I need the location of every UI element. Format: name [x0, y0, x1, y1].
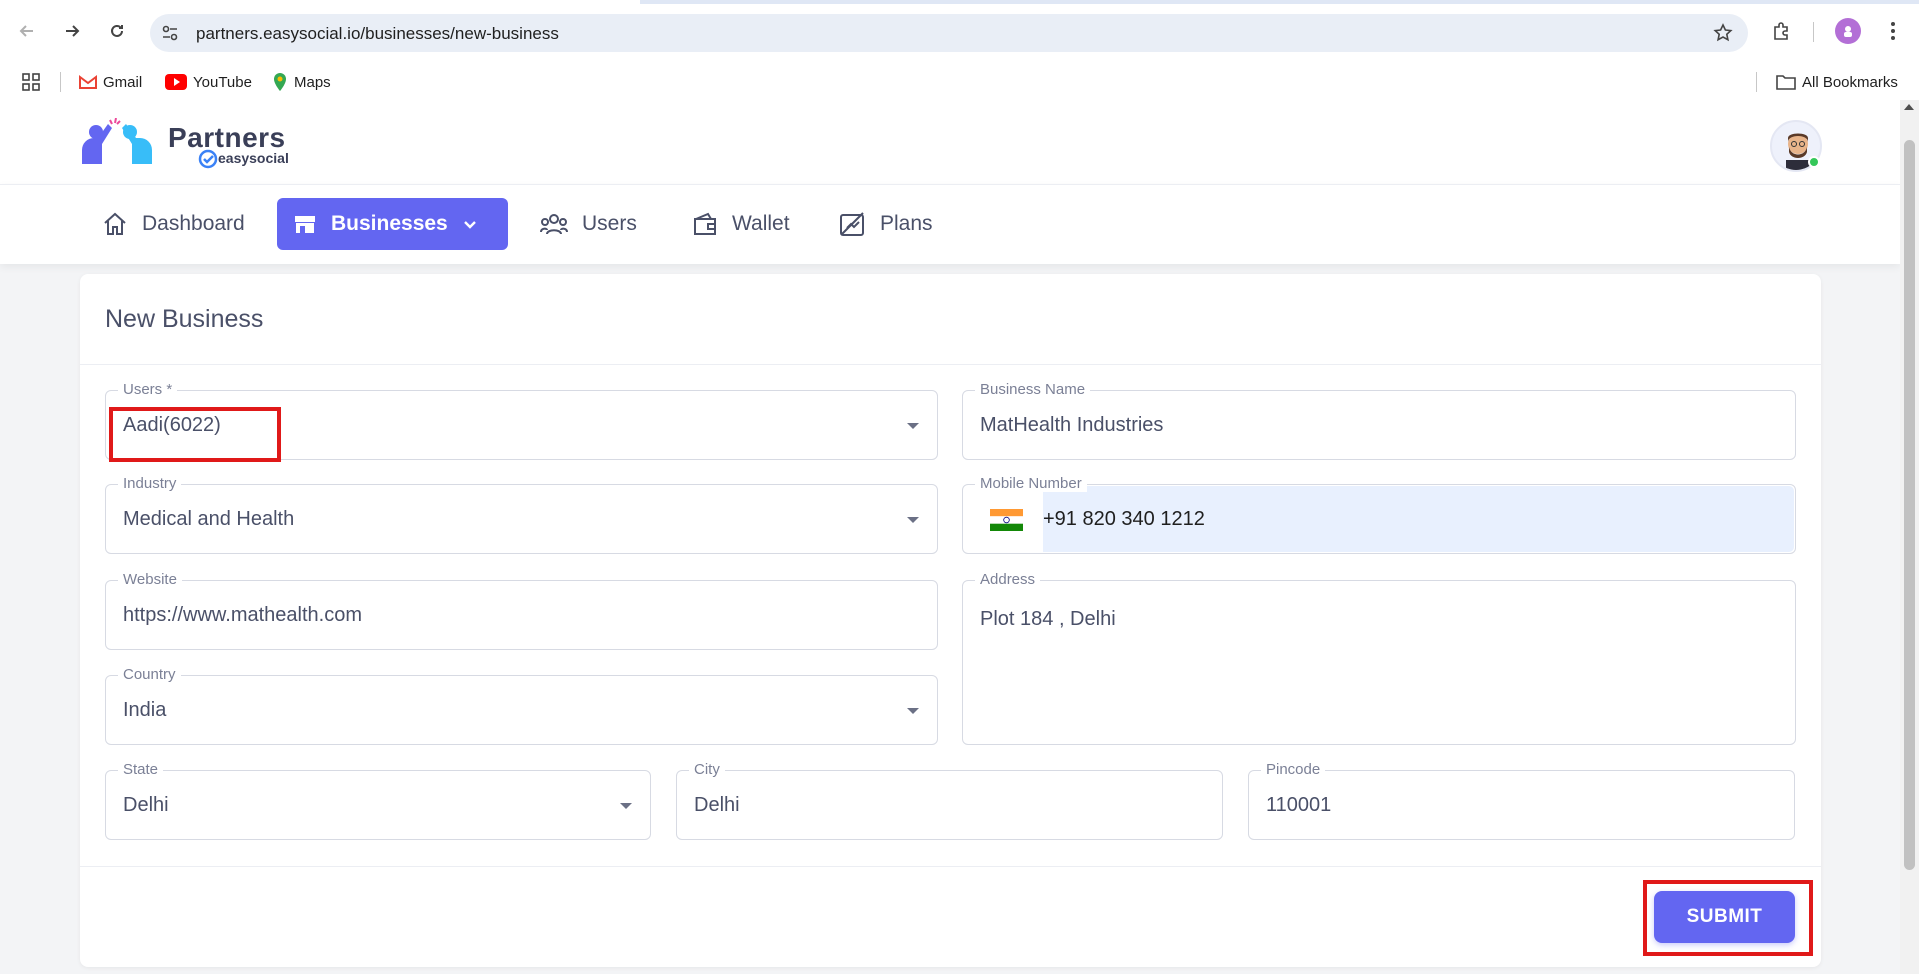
dropdown-arrow-icon	[907, 708, 919, 714]
nav-label: Dashboard	[142, 212, 245, 235]
field-value: https://www.mathealth.com	[123, 604, 362, 626]
website-field[interactable]: Website https://www.mathealth.com	[105, 571, 938, 650]
maps-icon	[274, 73, 286, 91]
scroll-up-arrow-icon[interactable]	[1904, 104, 1914, 110]
card-divider	[80, 364, 1821, 365]
youtube-icon	[165, 74, 187, 90]
logo-subtitle: easysocial	[218, 150, 289, 166]
nav-label: Users	[582, 212, 637, 235]
nav-dashboard[interactable]: Dashboard	[86, 198, 261, 250]
field-label: Country	[118, 666, 181, 683]
forward-icon[interactable]	[55, 14, 89, 48]
city-field[interactable]: City Delhi	[676, 761, 1223, 840]
field-label: Website	[118, 571, 182, 588]
field-value: India	[123, 699, 167, 721]
nav-label: Plans	[880, 212, 933, 235]
nav-users[interactable]: Users	[524, 198, 653, 250]
pincode-field[interactable]: Pincode 110001	[1248, 761, 1795, 840]
bookmark-gmail[interactable]: Gmail	[79, 70, 142, 94]
address-textarea[interactable]: Address Plot 184 , Delhi	[962, 571, 1796, 745]
all-bookmarks[interactable]: All Bookmarks	[1776, 70, 1898, 94]
nav-businesses[interactable]: Businesses	[277, 198, 508, 250]
field-value: Delhi	[694, 794, 740, 816]
gmail-icon	[79, 75, 97, 89]
menu-kebab-icon[interactable]	[1876, 14, 1910, 48]
folder-icon	[1776, 75, 1796, 90]
india-flag-icon[interactable]	[990, 509, 1023, 531]
nav-plans[interactable]: Plans	[822, 198, 949, 250]
dropdown-arrow-icon	[620, 803, 632, 809]
nav-wallet[interactable]: Wallet	[676, 198, 806, 250]
field-label: Business Name	[975, 381, 1091, 398]
field-label: Industry	[118, 475, 182, 492]
bookmark-maps[interactable]: Maps	[272, 70, 331, 94]
field-label: State	[118, 761, 164, 778]
page-title: New Business	[105, 305, 264, 333]
bookmarks-bar: Gmail YouTube Maps All Bookmarks	[0, 64, 1919, 100]
tab-strip	[0, 0, 1919, 4]
field-label: Pincode	[1261, 761, 1326, 778]
field-value: Plot 184 , Delhi	[980, 608, 1116, 630]
home-icon	[104, 212, 126, 235]
site-info-icon[interactable]	[160, 23, 180, 43]
dropdown-arrow-icon	[907, 423, 919, 429]
wallet-icon	[694, 212, 716, 235]
online-status-dot	[1808, 156, 1820, 168]
field-value: Delhi	[123, 794, 169, 816]
mobile-number-field[interactable]: Mobile Number +91 820 340 1212	[962, 475, 1796, 554]
address-bar[interactable]: partners.easysocial.io/businesses/new-bu…	[150, 14, 1748, 52]
bookmark-star-icon[interactable]	[1712, 22, 1734, 44]
industry-select[interactable]: Industry Medical and Health	[105, 475, 938, 554]
business-name-field[interactable]: Business Name MatHealth Industries	[962, 381, 1796, 460]
reload-icon[interactable]	[100, 14, 134, 48]
back-icon[interactable]	[10, 14, 44, 48]
field-value: +91 820 340 1212	[1043, 508, 1205, 530]
highlight-submit-button	[1643, 880, 1813, 956]
users-icon	[540, 214, 568, 235]
state-select[interactable]: State Delhi	[105, 761, 651, 840]
all-bookmarks-label: All Bookmarks	[1802, 73, 1898, 91]
field-label: Users *	[118, 381, 178, 398]
bookmark-label: YouTube	[193, 73, 252, 91]
nav-label: Businesses	[331, 212, 448, 235]
url-text: partners.easysocial.io/businesses/new-bu…	[196, 24, 559, 43]
bookmark-label: Maps	[294, 73, 331, 91]
card-footer-divider	[80, 866, 1821, 867]
profile-avatar[interactable]	[1831, 14, 1865, 48]
field-value: Medical and Health	[123, 508, 295, 530]
nav-label: Wallet	[732, 212, 790, 235]
highlight-users-value	[109, 407, 281, 462]
dropdown-arrow-icon	[907, 517, 919, 523]
field-label: Address	[975, 571, 1041, 588]
apps-grid-icon[interactable]	[22, 70, 40, 94]
field-label: Mobile Number	[975, 475, 1087, 492]
field-value: 110001	[1266, 794, 1332, 816]
country-select[interactable]: Country India	[105, 666, 938, 745]
field-value: MatHealth Industries	[980, 414, 1164, 436]
chevron-down-icon	[463, 221, 476, 229]
extensions-icon[interactable]	[1764, 14, 1798, 48]
scrollbar-thumb[interactable]	[1904, 140, 1915, 870]
easysocial-check-icon	[198, 149, 218, 169]
plans-icon	[840, 212, 864, 236]
bookmark-label: Gmail	[103, 73, 143, 91]
bookmark-youtube[interactable]: YouTube	[165, 70, 252, 94]
store-icon	[295, 216, 315, 233]
field-label: City	[689, 761, 725, 778]
